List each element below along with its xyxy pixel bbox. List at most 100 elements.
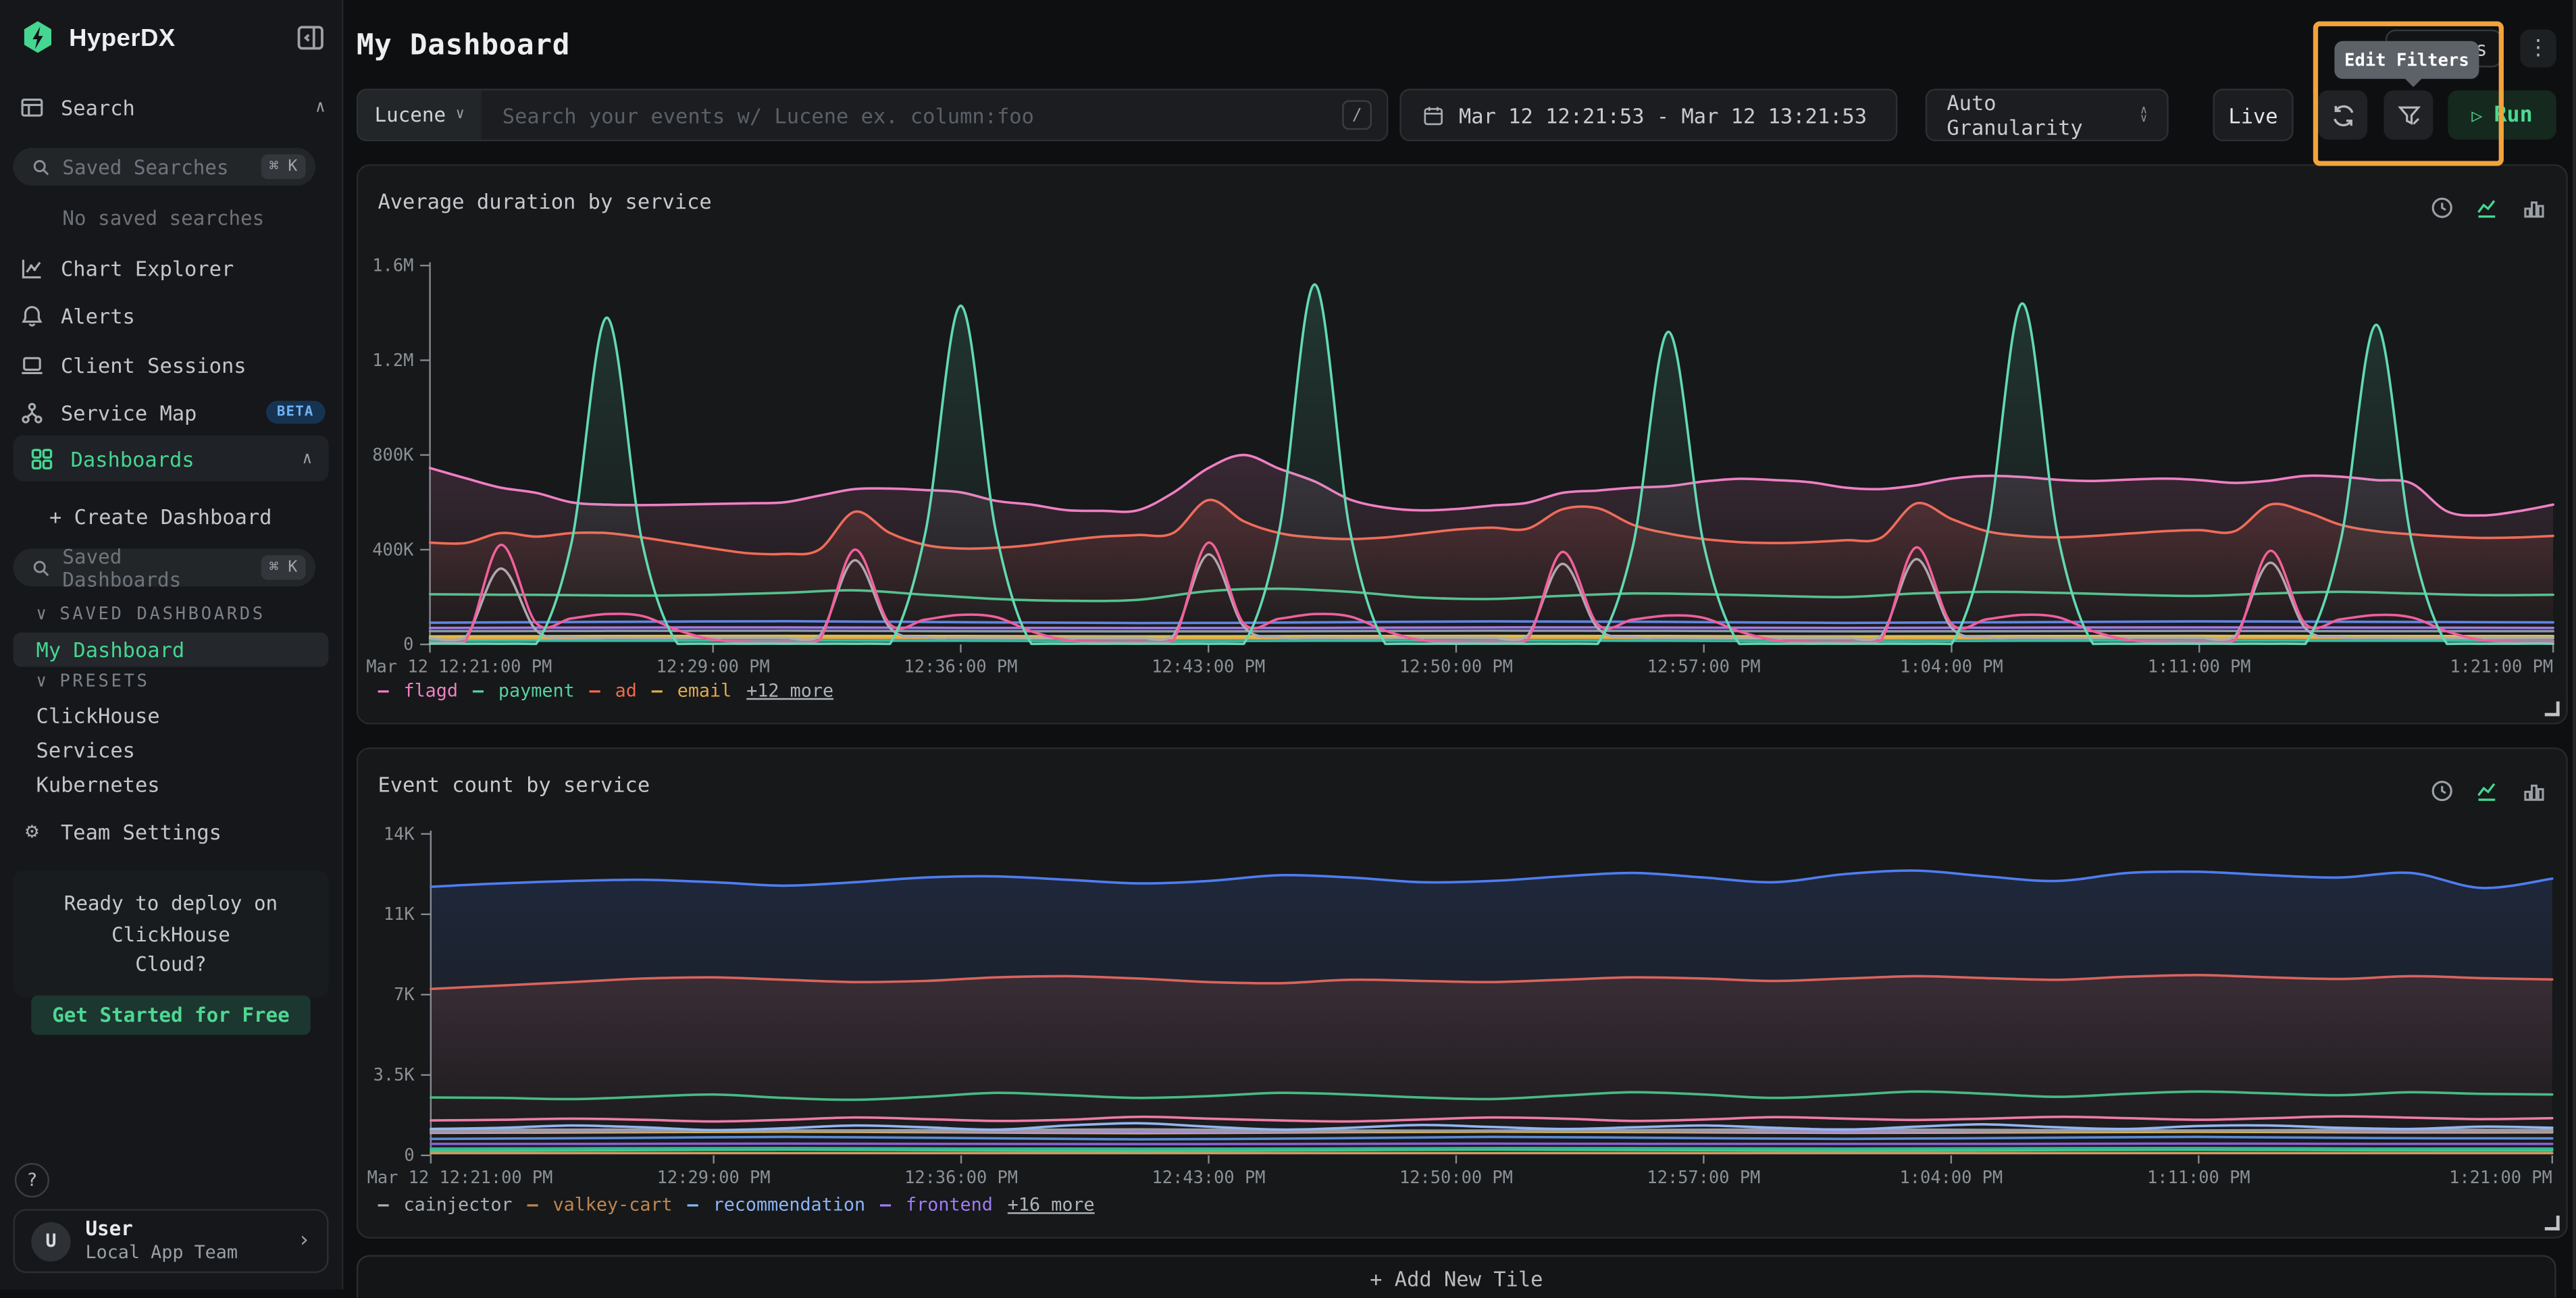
x-axis-label: Mar 12 12:21:00 PM xyxy=(366,656,552,676)
refresh-icon xyxy=(2330,103,2354,127)
x-axis-label: 12:36:00 PM xyxy=(904,656,1017,676)
laptop-icon xyxy=(20,353,44,377)
sidebar-item-my-dashboard[interactable]: My Dashboard xyxy=(13,632,328,667)
chevron-down-icon: ∨ xyxy=(456,107,465,123)
run-button[interactable]: ▷ Run xyxy=(2448,90,2556,140)
legend-item-email[interactable]: email xyxy=(677,680,732,702)
y-axis-label: 0 xyxy=(404,1145,414,1165)
granularity-select[interactable]: Auto Granularity ∧∨ xyxy=(1926,88,2169,141)
legend-item-recommendation[interactable]: recommendation xyxy=(713,1194,866,1216)
resize-handle[interactable] xyxy=(2545,702,2560,717)
help-button[interactable]: ? xyxy=(15,1163,49,1197)
cmd-k-shortcut: ⌘ K xyxy=(261,155,305,179)
play-icon: ▷ xyxy=(2471,104,2482,126)
legend-dash-icon: — xyxy=(880,1194,891,1216)
y-axis-label: 400K xyxy=(372,539,414,559)
section-presets[interactable]: ∨ PRESETS xyxy=(36,672,150,692)
chart-panel-avg-duration: Average duration by service 0400K800K1.2… xyxy=(357,164,2568,724)
sidebar-item-label: Alerts xyxy=(61,303,135,328)
logo-row: HyperDX xyxy=(20,16,325,59)
refresh-button[interactable] xyxy=(2318,90,2367,140)
x-axis-label: 12:57:00 PM xyxy=(1647,1167,1760,1187)
scrollbar[interactable] xyxy=(2573,0,2576,1289)
legend-dash-icon: — xyxy=(652,680,663,702)
y-axis-label: 11K xyxy=(384,904,415,924)
sidebar-item-client-sessions[interactable]: Client Sessions xyxy=(20,348,325,382)
language-select[interactable]: Lucene ∨ xyxy=(358,90,481,140)
query-input[interactable]: Lucene ∨ Search your events w/ Lucene ex… xyxy=(357,88,1389,141)
sidebar-collapse-icon[interactable] xyxy=(296,23,326,53)
x-axis-label: 1:04:00 PM xyxy=(1900,1167,2003,1187)
sidebar-item-label: Dashboards xyxy=(71,446,195,470)
y-axis-label: 1.6M xyxy=(372,255,413,276)
legend-more-link[interactable]: +16 more xyxy=(1008,1194,1095,1216)
legend-dash-icon: — xyxy=(527,1194,538,1216)
sidebar-item-label: Client Sessions xyxy=(61,353,247,377)
chevron-down-icon: ∨ xyxy=(36,672,47,692)
kebab-icon: ⋮ xyxy=(2527,36,2549,61)
sidebar-item-service-map[interactable]: Service Map BETA xyxy=(20,396,325,429)
date-range-picker[interactable]: Mar 12 12:21:53 - Mar 12 13:21:53 xyxy=(1399,88,1897,141)
saved-searches-input[interactable]: Saved Searches ⌘ K xyxy=(13,148,315,186)
live-button[interactable]: Live xyxy=(2213,88,2293,141)
sidebar-item-team-settings[interactable]: ⚙ Team Settings xyxy=(20,814,325,848)
query-placeholder: Search your events w/ Lucene ex. column:… xyxy=(503,103,1342,127)
sidebar-item-label: Search xyxy=(61,95,135,119)
x-axis-label: 12:36:00 PM xyxy=(904,1167,1018,1187)
sidebar-item-search[interactable]: Search ∧ xyxy=(20,90,325,124)
sidebar-item-label: Service Map xyxy=(61,400,197,424)
chevron-down-icon: ∨ xyxy=(36,604,47,624)
preset-kubernetes[interactable]: Kubernetes xyxy=(36,772,160,796)
saved-dashboards-input[interactable]: Saved Dashboards ⌘ K xyxy=(13,548,315,586)
dashboard-menu-button[interactable]: ⋮ xyxy=(2520,30,2556,68)
slash-shortcut-key: / xyxy=(1342,100,1372,130)
service-map-icon xyxy=(20,400,44,424)
x-axis-label: 12:29:00 PM xyxy=(657,1167,771,1187)
no-saved-searches-text: No saved searches xyxy=(62,207,264,230)
legend-item-cainjector[interactable]: cainjector xyxy=(403,1194,512,1216)
legend-dash-icon: — xyxy=(590,680,600,702)
x-axis-label: 1:21:00 PM xyxy=(2449,1167,2552,1187)
x-axis-label: 12:43:00 PM xyxy=(1152,1167,1266,1187)
x-axis-label: 1:21:00 PM xyxy=(2450,656,2553,676)
sidebar-item-label: Chart Explorer xyxy=(61,255,234,280)
sidebar-item-alerts[interactable]: Alerts xyxy=(20,299,325,332)
sidebar-item-chart-explorer[interactable]: Chart Explorer xyxy=(20,251,325,284)
edit-filters-tooltip: Edit Filters xyxy=(2334,41,2479,79)
preset-services[interactable]: Services xyxy=(36,737,135,762)
search-icon xyxy=(31,157,51,176)
legend-item-ad[interactable]: ad xyxy=(615,680,637,702)
edit-filters-button[interactable] xyxy=(2384,90,2433,140)
gear-icon: ⚙ xyxy=(20,819,44,843)
promo-text: Ready to deploy on ClickHouseCloud? xyxy=(13,871,328,980)
add-new-tile-button[interactable]: + Add New Tile xyxy=(357,1255,2556,1297)
legend-dash-icon: — xyxy=(688,1194,698,1216)
legend-dash-icon: — xyxy=(378,680,388,702)
preset-clickhouse[interactable]: ClickHouse xyxy=(36,703,160,727)
legend-item-payment[interactable]: payment xyxy=(498,680,575,702)
user-menu[interactable]: U User Local App Team › xyxy=(13,1209,328,1273)
sidebar: HyperDX Search ∧ Saved Searches ⌘ K No s… xyxy=(0,0,343,1289)
sidebar-item-dashboards[interactable]: Dashboards ∧ xyxy=(13,436,328,482)
legend-item-frontend[interactable]: frontend xyxy=(906,1194,993,1216)
chevron-up-icon[interactable]: ∧ xyxy=(302,449,312,467)
legend-item-flagd[interactable]: flagd xyxy=(403,680,458,702)
y-axis-label: 14K xyxy=(384,823,415,843)
legend-item-valkey-cart[interactable]: valkey-cart xyxy=(552,1194,672,1216)
section-saved-dashboards[interactable]: ∨ SAVED DASHBOARDS xyxy=(36,604,265,624)
chevron-up-icon[interactable]: ∧ xyxy=(315,98,326,116)
app-root: HyperDX Search ∧ Saved Searches ⌘ K No s… xyxy=(0,0,2576,1289)
app-title: HyperDX xyxy=(69,24,176,51)
legend-more-link[interactable]: +12 more xyxy=(746,680,833,702)
x-axis-label: 1:04:00 PM xyxy=(1900,656,2003,676)
get-started-button[interactable]: Get Started for Free xyxy=(31,995,311,1034)
x-axis-label: 12:29:00 PM xyxy=(656,656,770,676)
x-axis-label: 12:43:00 PM xyxy=(1152,656,1265,676)
chart-plot-area[interactable]: 0400K800K1.2M1.6MMar 12 12:21:00 PM12:29… xyxy=(358,166,2566,723)
create-dashboard-button[interactable]: + Create Dashboard xyxy=(49,504,272,529)
legend-dash-icon: — xyxy=(378,1194,388,1216)
resize-handle[interactable] xyxy=(2545,1216,2560,1230)
chart-plot-area[interactable]: 03.5K7K11K14KMar 12 12:21:00 PM12:29:00 … xyxy=(358,749,2566,1237)
hyperdx-logo-icon xyxy=(20,20,56,56)
chart-legend: — cainjector — valkey-cart — recommendation — f… xyxy=(378,1194,1094,1216)
